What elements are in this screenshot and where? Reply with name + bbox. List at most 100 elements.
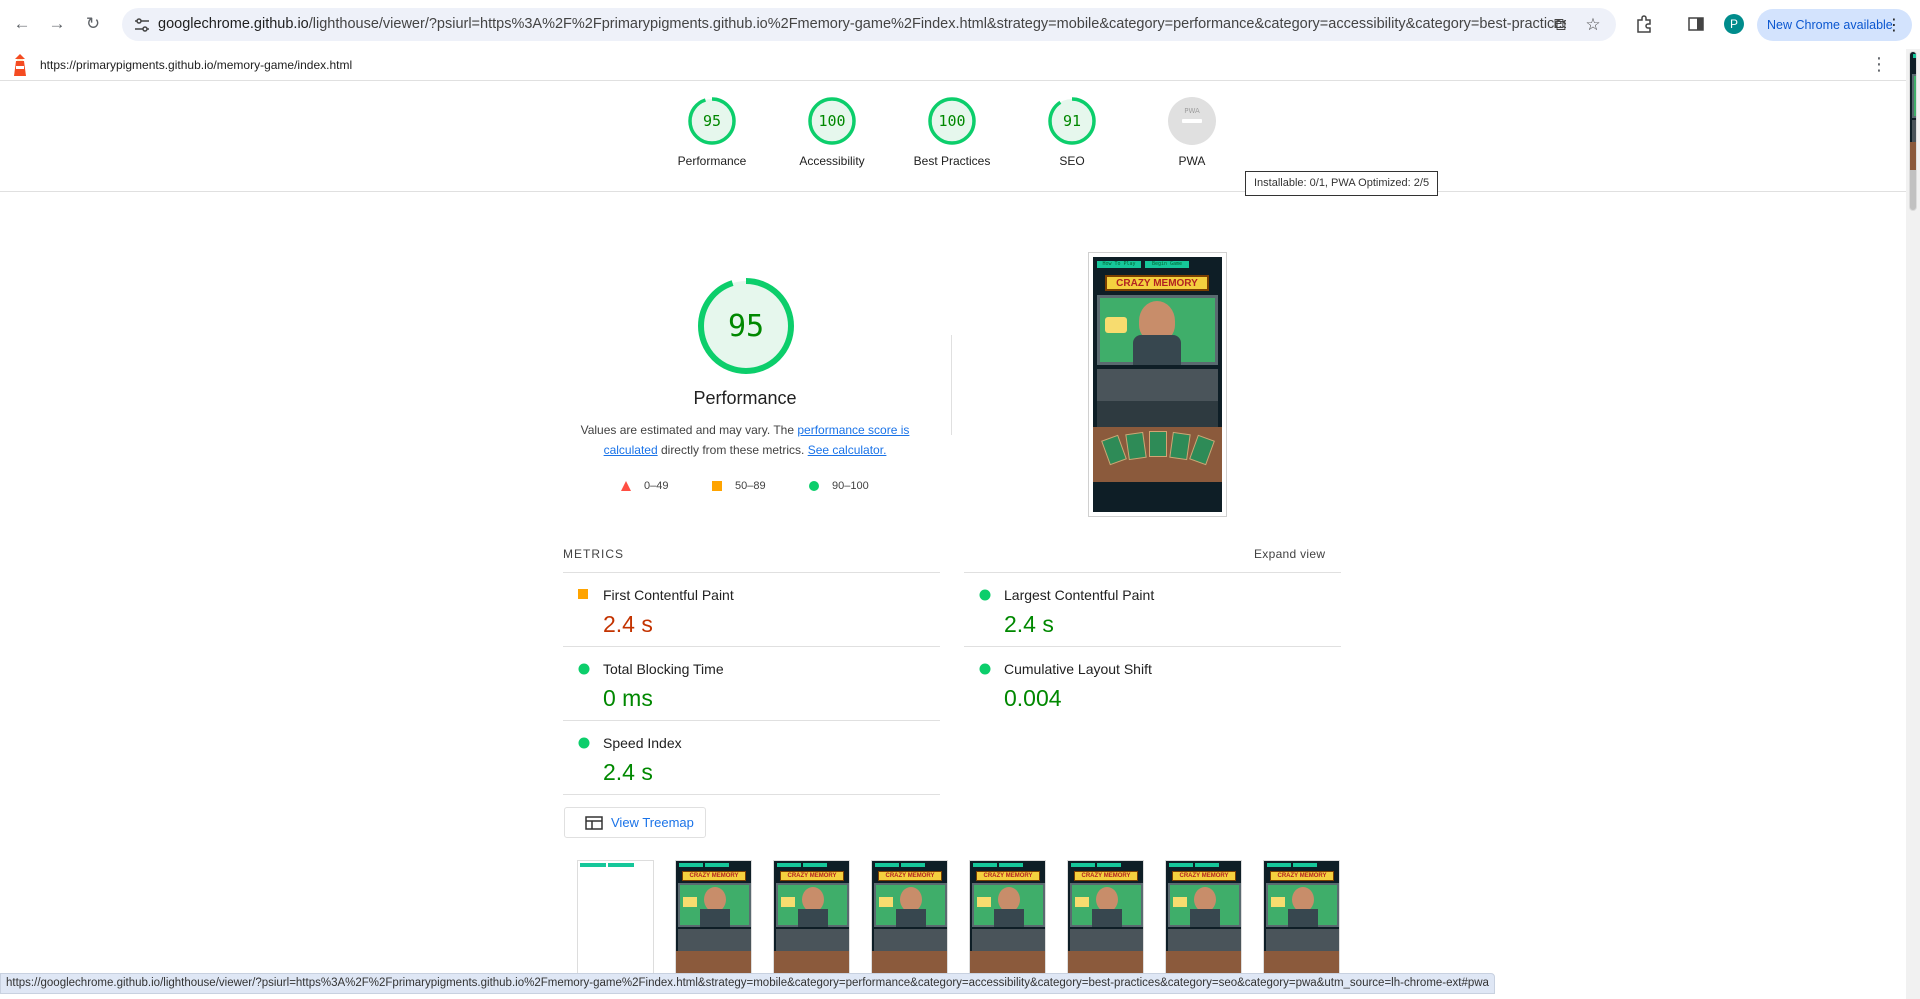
pass-circle-icon	[979, 589, 991, 601]
back-icon[interactable]: ←	[9, 11, 35, 37]
gauge-seo[interactable]: 91 SEO	[1012, 96, 1132, 168]
treemap-icon	[585, 815, 603, 830]
legend-average: 50–89	[711, 480, 766, 492]
metric-name: Largest Contentful Paint	[1004, 587, 1155, 603]
url-path: /lighthouse/viewer/?psiurl=https%3A%2F%2…	[308, 16, 1566, 32]
gauge-performance[interactable]: 95 Performance	[652, 96, 772, 168]
gauge-score: 95	[703, 112, 721, 130]
expand-view-toggle[interactable]: Expand view	[1254, 547, 1325, 561]
pwa-tooltip: Installable: 0/1, PWA Optimized: 2/5	[1245, 171, 1439, 196]
desc-prefix: Values are estimated and may vary. The	[580, 423, 798, 437]
filmstrip-frame: CRAZY MEMORY	[1067, 860, 1144, 978]
filmstrip-frame: CRAZY MEMORY	[969, 860, 1046, 978]
filmstrip-title: CRAZY MEMORY	[1270, 871, 1334, 881]
gauge-pwa[interactable]: PWA PWA	[1132, 96, 1252, 168]
screenshot-button: Begin Game	[1145, 261, 1189, 268]
pwa-badge-text: PWA	[1184, 107, 1200, 115]
lighthouse-logo-icon	[14, 54, 26, 76]
side-panel-icon[interactable]	[1685, 13, 1707, 35]
gauge-label: PWA	[1178, 154, 1206, 168]
filmstrip-frame: CRAZY MEMORY	[773, 860, 850, 978]
filmstrip-title: CRAZY MEMORY	[1916, 62, 1917, 72]
performance-gauge: 95	[698, 278, 794, 374]
extensions-icon[interactable]	[1633, 13, 1655, 35]
forward-icon[interactable]: →	[44, 11, 70, 37]
reload-icon[interactable]: ↻	[80, 11, 106, 37]
phone-screenshot-image: How To Play Begin Game CRAZY MEMORY	[1093, 257, 1222, 512]
page-scrollbar[interactable]: CRAZY MEMORY	[1906, 49, 1920, 999]
metric-value: 2.4 s	[603, 759, 653, 785]
filmstrip-title: CRAZY MEMORY	[682, 871, 746, 881]
metric-name: Speed Index	[603, 735, 682, 751]
report-menu-icon[interactable]: ⋮	[1870, 54, 1888, 75]
pass-circle-icon	[578, 737, 590, 749]
screenshot-title: CRAZY MEMORY	[1105, 275, 1209, 291]
legend-fail: 0–49	[620, 480, 668, 492]
final-screenshot[interactable]: How To Play Begin Game CRAZY MEMORY	[1088, 252, 1227, 517]
filmstrip-title: CRAZY MEMORY	[1074, 871, 1138, 881]
filmstrip-frame: CRAZY MEMORY	[675, 860, 752, 978]
filmstrip-title: CRAZY MEMORY	[976, 871, 1040, 881]
pwa-badge-icon: PWA	[1168, 97, 1216, 145]
gauge-label: SEO	[1059, 154, 1085, 168]
new-chrome-label: New Chrome available	[1767, 18, 1893, 32]
view-treemap-button[interactable]: View Treemap	[564, 807, 706, 838]
filmstrip-frame: CRAZY MEMORY	[871, 860, 948, 978]
gauge-ring: 100	[928, 97, 976, 145]
metric-total-blocking-time: Total Blocking Time 0 ms	[563, 646, 940, 720]
pass-circle-icon	[979, 663, 991, 675]
gauge-score: 100	[938, 112, 965, 130]
address-bar[interactable]: googlechrome.github.io/lighthouse/viewer…	[122, 8, 1616, 41]
metric-value: 2.4 s	[1004, 611, 1054, 637]
performance-title: Performance	[693, 388, 797, 408]
gauge-score: 100	[818, 112, 845, 130]
gauge-label: Performance	[677, 154, 747, 168]
metric-name: Cumulative Layout Shift	[1004, 661, 1152, 677]
status-bar-url: https://googlechrome.github.io/lighthous…	[0, 973, 1495, 994]
gauge-accessibility[interactable]: 100 Accessibility	[772, 96, 892, 168]
see-calculator-link[interactable]: See calculator.	[808, 443, 887, 457]
gauge-ring: 95	[688, 97, 736, 145]
site-settings-icon[interactable]	[132, 15, 152, 35]
category-gauges: 95 Performance 100 Accessibility 100 Bes…	[0, 82, 1906, 192]
open-in-new-icon[interactable]: ⧉	[1550, 15, 1570, 35]
legend-fail-label: 0–49	[644, 480, 669, 492]
triangle-icon	[621, 481, 631, 491]
gauge-ring: 100	[808, 97, 856, 145]
profile-avatar[interactable]: P	[1724, 14, 1744, 34]
filmstrip-frame: CRAZY MEMORY	[1165, 860, 1242, 978]
pass-circle-icon	[578, 663, 590, 675]
gauge-best-practices[interactable]: 100 Best Practices	[892, 96, 1012, 168]
gauge-label: Accessibility	[799, 154, 865, 168]
lighthouse-topbar: https://primarypigments.github.io/memory…	[0, 49, 1906, 81]
metric-first-contentful-paint: First Contentful Paint 2.4 s	[563, 572, 940, 646]
legend-pass-label: 90–100	[832, 480, 869, 492]
new-chrome-available-button[interactable]: New Chrome available ⋮	[1757, 9, 1912, 41]
square-icon	[712, 481, 722, 491]
screenshot-button: How To Play	[1097, 261, 1141, 268]
gauge-label: Best Practices	[913, 154, 991, 168]
metrics-header: METRICS	[563, 547, 624, 561]
tested-url[interactable]: https://primarypigments.github.io/memory…	[40, 58, 352, 72]
bookmark-star-icon[interactable]: ☆	[1583, 15, 1603, 35]
view-treemap-label: View Treemap	[611, 815, 694, 830]
desc-mid: directly from these metrics.	[657, 443, 808, 457]
chrome-menu-icon[interactable]: ⋮	[1886, 15, 1902, 35]
metric-largest-contentful-paint: Largest Contentful Paint 2.4 s	[964, 572, 1341, 646]
circle-icon	[809, 481, 819, 491]
metric-value: 0.004	[1004, 685, 1062, 711]
filmstrip-title: CRAZY MEMORY	[1172, 871, 1236, 881]
gauge-score: 91	[1063, 112, 1081, 130]
metric-name: Total Blocking Time	[603, 661, 724, 677]
filmstrip-title: CRAZY MEMORY	[780, 871, 844, 881]
metric-value: 2.4 s	[603, 611, 653, 637]
url-host: googlechrome.github.io	[158, 16, 309, 32]
performance-score: 95	[728, 309, 764, 344]
metric-speed-index: Speed Index 2.4 s	[563, 720, 940, 795]
scrollbar-thumb[interactable]: CRAZY MEMORY	[1909, 51, 1917, 211]
metric-cumulative-layout-shift: Cumulative Layout Shift 0.004	[964, 646, 1341, 720]
url-text[interactable]: googlechrome.github.io/lighthouse/viewer…	[158, 16, 1566, 32]
performance-description: Values are estimated and may vary. The p…	[570, 420, 920, 460]
filmstrip-title: CRAZY MEMORY	[878, 871, 942, 881]
legend-average-label: 50–89	[735, 480, 766, 492]
